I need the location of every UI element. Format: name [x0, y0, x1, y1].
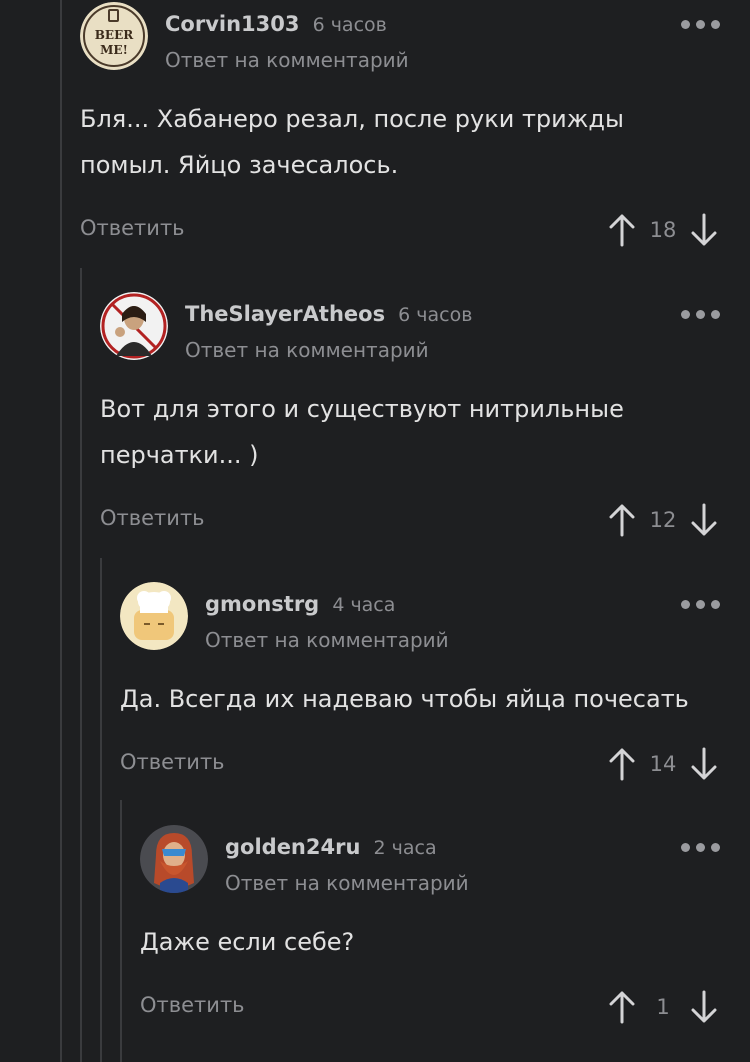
comment-text: Даже если себе?	[140, 928, 355, 956]
username[interactable]: gmonstrg	[205, 592, 319, 616]
person-avatar-icon	[100, 292, 168, 360]
downvote-icon[interactable]	[688, 987, 720, 1027]
svg-text:ME!: ME!	[100, 43, 128, 57]
reply-to-link[interactable]: Ответ на комментарий	[205, 628, 449, 652]
thread-line	[100, 558, 102, 1062]
vote-controls: 18	[606, 210, 720, 250]
comment-actions: Ответить 1	[140, 987, 720, 1027]
downvote-icon[interactable]	[688, 210, 720, 250]
thread-line	[120, 800, 122, 1062]
username[interactable]: TheSlayerAtheos	[185, 302, 385, 326]
thread-line	[80, 268, 82, 1062]
comment: TheSlayerAtheos 6 часов Ответ на коммент…	[100, 292, 720, 540]
toast-chef-avatar-icon	[120, 582, 188, 650]
more-options-button[interactable]	[681, 20, 720, 29]
avatar[interactable]	[120, 582, 188, 650]
comment: golden24ru 2 часа Ответ на комментарий Д…	[140, 825, 720, 1027]
avatar[interactable]	[140, 825, 208, 893]
comment-meta: Corvin1303 6 часов	[165, 12, 387, 36]
comment: BEER ME! Corvin1303 6 часов Ответ на ком…	[80, 2, 720, 250]
rating-count: 1	[656, 995, 670, 1019]
bearded-hero-avatar-icon	[140, 825, 208, 893]
downvote-icon[interactable]	[688, 500, 720, 540]
reply-button[interactable]: Ответить	[120, 750, 225, 774]
comment-actions: Ответить 12	[100, 500, 720, 540]
username[interactable]: golden24ru	[225, 835, 360, 859]
upvote-icon[interactable]	[606, 987, 638, 1027]
reply-button[interactable]: Ответить	[80, 216, 185, 240]
timestamp: 2 часа	[373, 837, 437, 859]
downvote-icon[interactable]	[688, 744, 720, 784]
comment-text: Вот для этого и существуют нитрильные пе…	[100, 395, 624, 469]
comment-meta: TheSlayerAtheos 6 часов	[185, 302, 472, 326]
more-options-button[interactable]	[681, 843, 720, 852]
rating-count: 18	[649, 218, 677, 242]
comment-text: Да. Всегда их надеваю чтобы яйца почесат…	[120, 685, 689, 713]
svg-text:BEER: BEER	[95, 28, 134, 42]
avatar[interactable]	[100, 292, 168, 360]
thread-line	[60, 0, 62, 1062]
comment-header: gmonstrg 4 часа Ответ на комментарий	[120, 582, 720, 654]
upvote-icon[interactable]	[606, 744, 638, 784]
vote-controls: 14	[606, 744, 720, 784]
reply-button[interactable]: Ответить	[140, 993, 245, 1017]
reply-to-link[interactable]: Ответ на комментарий	[225, 871, 469, 895]
more-options-button[interactable]	[681, 310, 720, 319]
rating-count: 14	[649, 752, 677, 776]
comment-actions: Ответить 14	[120, 744, 720, 784]
reply-to-link[interactable]: Ответ на комментарий	[185, 338, 429, 362]
timestamp: 6 часов	[398, 304, 473, 326]
upvote-icon[interactable]	[606, 210, 638, 250]
comment-header: golden24ru 2 часа Ответ на комментарий	[140, 825, 720, 897]
more-options-button[interactable]	[681, 600, 720, 609]
rating-count: 12	[649, 508, 677, 532]
reply-to-link[interactable]: Ответ на комментарий	[165, 48, 409, 72]
vote-controls: 1	[606, 987, 720, 1027]
comment-header: BEER ME! Corvin1303 6 часов Ответ на ком…	[80, 2, 720, 74]
comment-actions: Ответить 18	[80, 210, 720, 250]
upvote-icon[interactable]	[606, 500, 638, 540]
beer-mug-avatar-icon: BEER ME!	[80, 2, 148, 70]
vote-controls: 12	[606, 500, 720, 540]
reply-button[interactable]: Ответить	[100, 506, 205, 530]
comment-meta: golden24ru 2 часа	[225, 835, 437, 859]
avatar[interactable]: BEER ME!	[80, 2, 148, 70]
comment-meta: gmonstrg 4 часа	[205, 592, 395, 616]
comment-header: TheSlayerAtheos 6 часов Ответ на коммент…	[100, 292, 720, 364]
timestamp: 6 часов	[312, 14, 387, 36]
timestamp: 4 часа	[332, 594, 396, 616]
comment: gmonstrg 4 часа Ответ на комментарий Да.…	[120, 582, 720, 784]
comment-text: Бля... Хабанеро резал, после руки трижды…	[80, 105, 624, 179]
username[interactable]: Corvin1303	[165, 12, 299, 36]
